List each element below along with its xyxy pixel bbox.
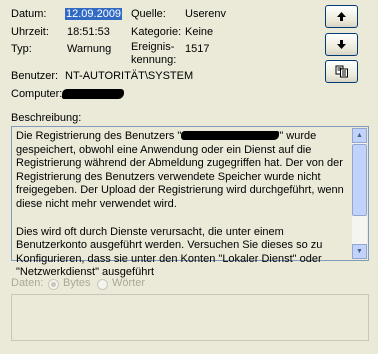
scrollbar-thumb[interactable] [352, 144, 367, 216]
description-content: Die Registrierung des Benutzers " " wurde… [16, 130, 350, 294]
benutzer-label: Benutzer: [11, 70, 59, 82]
uhrzeit-value: 18:51:53 [67, 26, 110, 38]
typ-label: Typ: [11, 43, 32, 55]
uhrzeit-label: Uhrzeit: [11, 26, 49, 38]
daten-label: Daten: [11, 277, 44, 289]
arrow-down-icon [337, 40, 346, 49]
copy-icon [335, 65, 348, 78]
description-paragraph-2: Dies wird oft durch Dienste verursacht, … [16, 225, 323, 279]
ereignis-label-line2: kennung: [131, 54, 177, 66]
description-paragraph-1: Die Registrierung des Benutzers " " wurde… [16, 130, 350, 212]
scroll-up-icon[interactable]: ▲ [352, 128, 367, 143]
copy-button[interactable] [325, 60, 358, 83]
quelle-label: Quelle: [131, 8, 166, 20]
typ-value: Warnung [67, 43, 112, 55]
computer-label: Computer: [11, 88, 63, 100]
datum-label: Datum: [11, 8, 47, 20]
kategorie-label: Kategorie: [131, 26, 182, 38]
description-scrollbar[interactable]: ▲ ▼ [352, 128, 367, 259]
bytes-label: Bytes [63, 277, 91, 289]
previous-event-button[interactable] [325, 5, 358, 28]
redacted-computer-name [62, 89, 124, 99]
next-event-button[interactable] [325, 33, 358, 56]
arrow-up-icon [337, 12, 346, 21]
scroll-down-icon[interactable]: ▼ [352, 244, 367, 259]
kategorie-value: Keine [185, 26, 214, 38]
bytes-radio[interactable] [48, 279, 59, 290]
quelle-value: Userenv [185, 8, 226, 20]
description-text-1a: Die Registrierung des Benutzers " [16, 130, 182, 142]
datum-value: 12.09.2009 [65, 8, 123, 20]
ereignis-label-line1: Ereignis- [131, 41, 175, 53]
description-textbox[interactable]: Die Registrierung des Benutzers " " wurde… [11, 126, 369, 278]
data-textbox[interactable] [11, 294, 369, 341]
woerter-label: Wörter [112, 277, 145, 289]
ereignis-value: 1517 [185, 43, 210, 55]
redacted-user-name [181, 131, 280, 140]
woerter-radio[interactable] [97, 279, 108, 290]
beschreibung-label: Beschreibung: [11, 112, 82, 124]
benutzer-value: NT-AUTORITÄT\SYSTEM [65, 70, 194, 82]
